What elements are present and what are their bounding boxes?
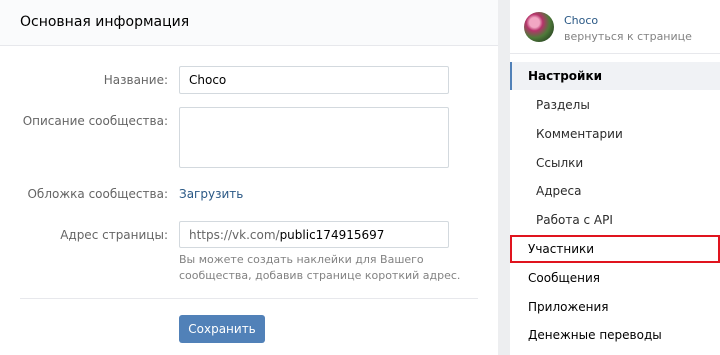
address-field-text: https://vk.com/public174915697 — [189, 228, 384, 242]
sidebar-item-money-transfers[interactable]: Денежные переводы — [510, 321, 720, 349]
main-panel: Основная информация Название: Choco Опис… — [0, 0, 498, 355]
address-label: Адрес страницы: — [60, 228, 168, 242]
page-title: Основная информация — [20, 14, 190, 30]
sidebar-item-addresses[interactable]: Адреса — [510, 177, 720, 205]
sidebar-item-sections[interactable]: Разделы — [510, 91, 720, 119]
group-back-link[interactable]: Choco вернуться к странице — [510, 0, 720, 54]
upload-cover-link[interactable]: Загрузить — [179, 187, 243, 201]
divider — [20, 298, 478, 299]
sidebar-item-settings[interactable]: Настройки — [510, 62, 720, 90]
address-prefix: https://vk.com/ — [189, 228, 280, 242]
sidebar-item-messages[interactable]: Сообщения — [510, 264, 720, 292]
sidebar-item-api[interactable]: Работа с API — [510, 206, 720, 234]
description-field[interactable] — [179, 107, 449, 168]
name-label: Название: — [103, 73, 168, 87]
description-label: Описание сообщества: — [22, 114, 168, 128]
sidebar-item-comments[interactable]: Комментарии — [510, 120, 720, 148]
avatar — [524, 12, 554, 42]
cover-label: Обложка сообщества: — [27, 187, 168, 201]
group-name: Choco — [564, 14, 599, 27]
main-header: Основная информация — [0, 0, 498, 46]
sidebar-item-links[interactable]: Ссылки — [510, 149, 720, 177]
name-field[interactable]: Choco — [179, 66, 449, 94]
name-field-value: Choco — [189, 73, 227, 87]
address-field[interactable]: https://vk.com/public174915697 — [179, 221, 449, 248]
sidebar-item-apps[interactable]: Приложения — [510, 293, 720, 321]
sidebar: Choco вернуться к странице Настройки Раз… — [510, 0, 720, 355]
back-to-page-label: вернуться к странице — [564, 30, 692, 43]
address-hint: Вы можете создать наклейки для Вашего со… — [179, 253, 461, 282]
address-value: public174915697 — [279, 228, 385, 242]
save-button[interactable]: Сохранить — [179, 315, 265, 343]
sidebar-item-members[interactable]: Участники — [510, 235, 720, 263]
